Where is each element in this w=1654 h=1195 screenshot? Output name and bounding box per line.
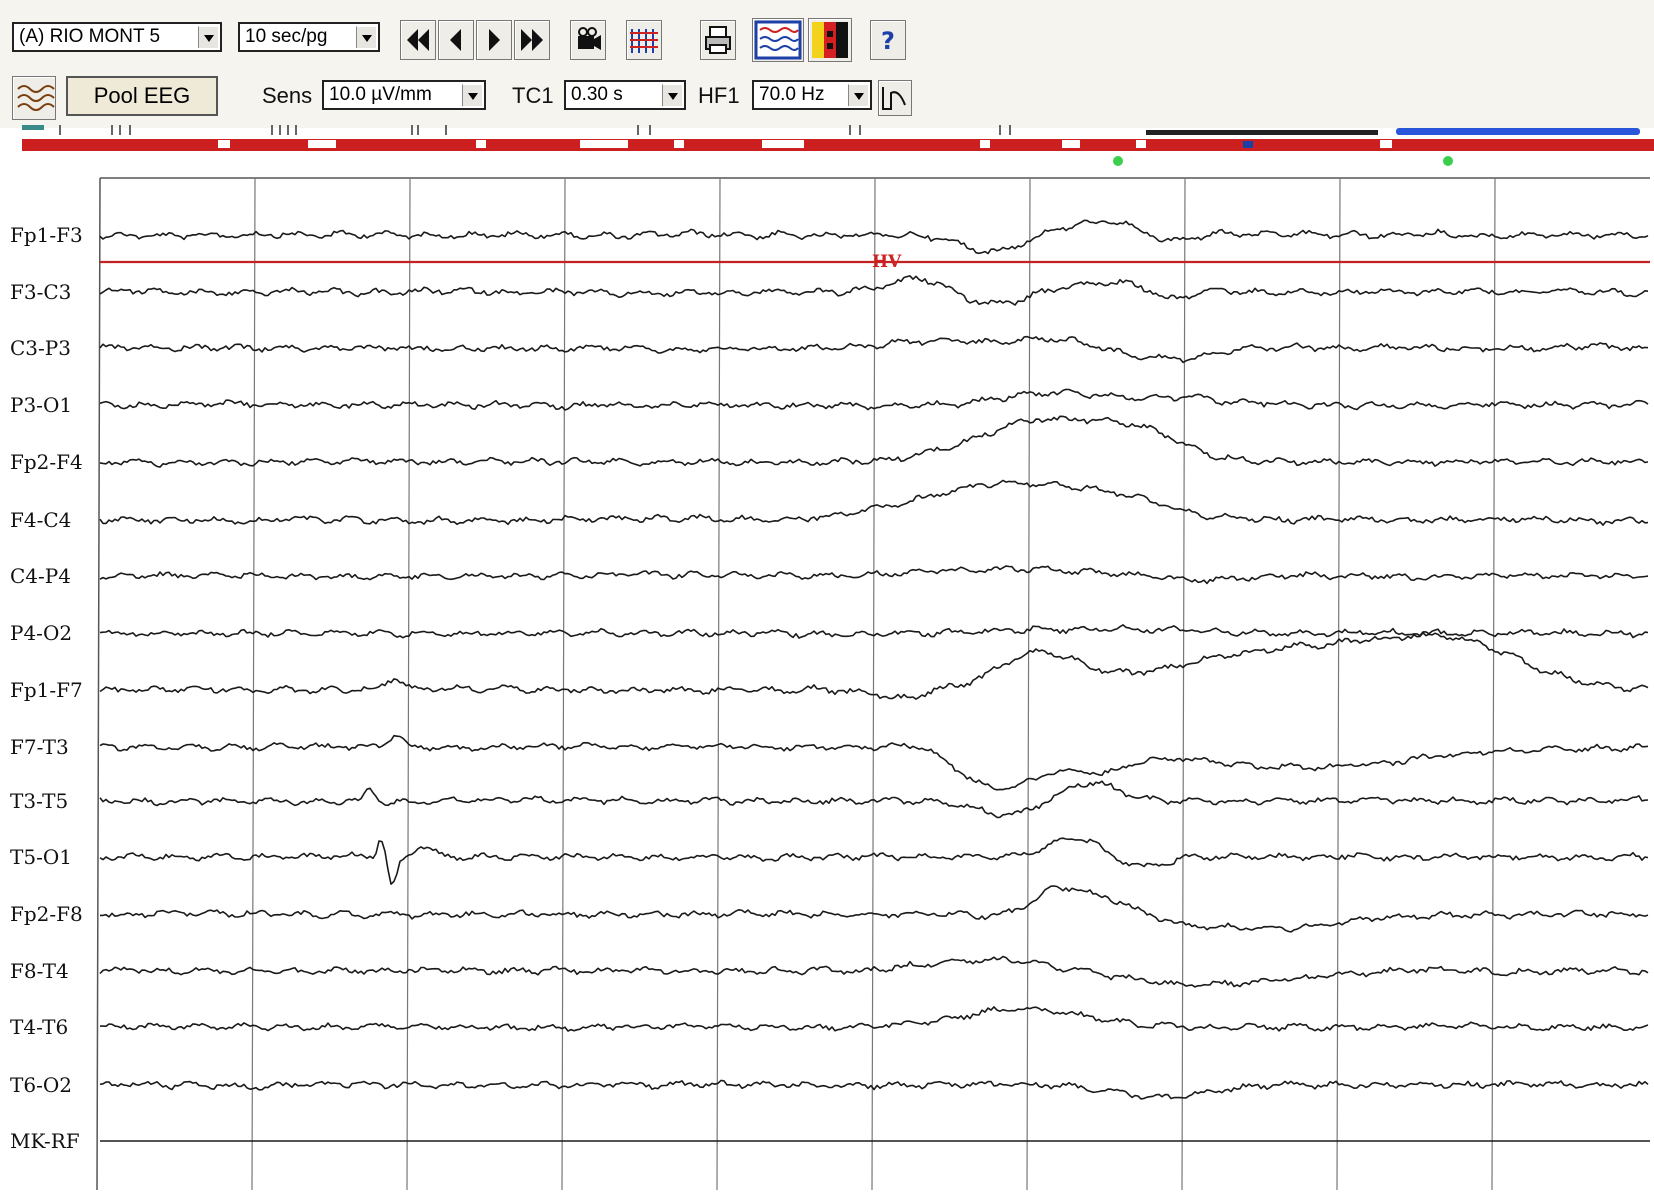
eeg-trace-area[interactable] [0,0,1654,1195]
trace-panel-left-border [96,177,101,1191]
hv-annotation: HV [872,252,902,272]
